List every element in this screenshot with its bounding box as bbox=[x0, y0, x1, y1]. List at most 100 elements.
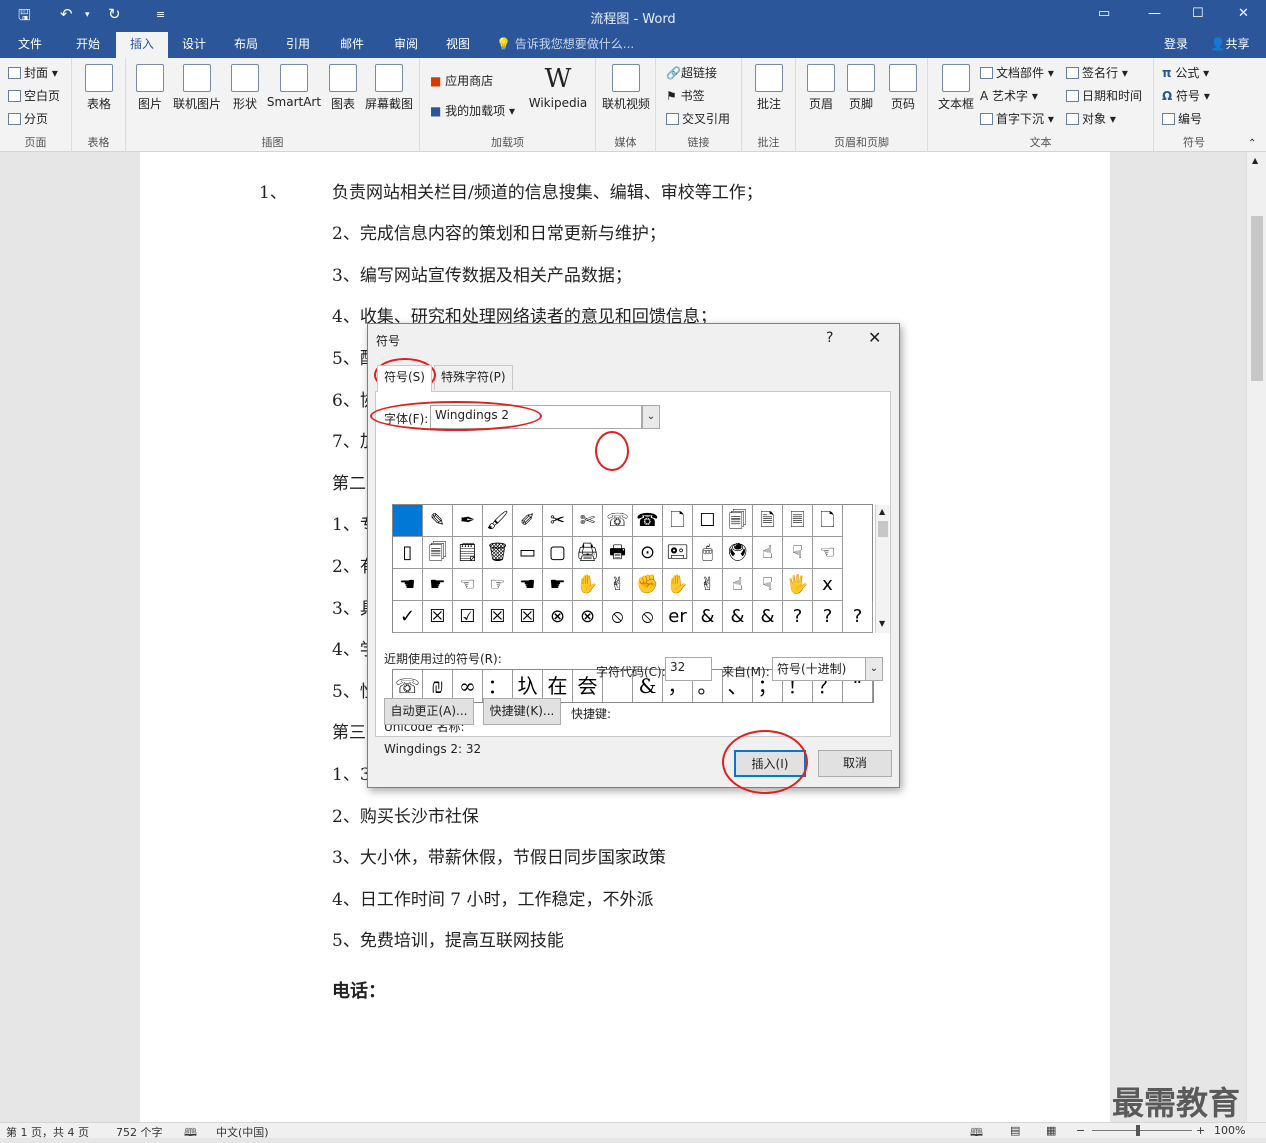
page-number-button[interactable]: 页码 bbox=[884, 64, 922, 112]
cross-reference-button[interactable]: 交叉引用 bbox=[666, 110, 730, 127]
symbol-cell[interactable]: ⦸ bbox=[633, 601, 663, 633]
online-video-button[interactable]: 联机视频 bbox=[600, 64, 652, 112]
symbol-cell[interactable]: ☟ bbox=[783, 537, 813, 569]
chevron-down-icon[interactable]: ⌄ bbox=[642, 405, 660, 429]
symbol-cell[interactable]: ☟ bbox=[753, 569, 783, 601]
minimize-icon[interactable]: — bbox=[1148, 6, 1161, 21]
symbol-cell[interactable]: er bbox=[663, 601, 693, 633]
autocorrect-button[interactable]: 自动更正(A)... bbox=[384, 698, 474, 725]
drop-cap-button[interactable]: 首字下沉 ▾ bbox=[980, 110, 1054, 127]
symbol-cell[interactable]: & bbox=[753, 601, 783, 633]
object-button[interactable]: 对象 ▾ bbox=[1066, 110, 1116, 127]
online-pictures-button[interactable]: 联机图片 bbox=[172, 64, 222, 112]
maximize-icon[interactable]: ☐ bbox=[1192, 6, 1204, 21]
symbol-cell[interactable]: ✐ bbox=[513, 505, 543, 537]
symbol-cell[interactable]: ☒ bbox=[513, 601, 543, 633]
symbol-cell[interactable]: ☏ bbox=[603, 505, 633, 537]
symbol-cell[interactable]: ☐ bbox=[693, 505, 723, 537]
symbol-cell[interactable]: 🗎 bbox=[753, 505, 783, 537]
quick-parts-button[interactable]: 文档部件 ▾ bbox=[980, 64, 1054, 81]
zoom-out-icon[interactable]: − bbox=[1076, 1124, 1085, 1137]
scroll-thumb[interactable] bbox=[878, 521, 888, 537]
screenshot-button[interactable]: 屏幕截图 bbox=[362, 64, 416, 112]
scroll-up-icon[interactable]: ▲ bbox=[879, 507, 885, 516]
scroll-thumb[interactable] bbox=[1251, 216, 1263, 381]
symbol-cell[interactable]: 🗐 bbox=[723, 505, 753, 537]
symbol-cell[interactable]: ⊗ bbox=[573, 601, 603, 633]
symbol-cell[interactable]: 🗋 bbox=[813, 505, 843, 537]
cover-page-button[interactable]: 封面 ▾ bbox=[8, 64, 58, 81]
symbol-cell[interactable]: ☒ bbox=[483, 601, 513, 633]
symbol-cell[interactable]: ▢ bbox=[543, 537, 573, 569]
symbol-cell[interactable]: ☚ bbox=[513, 569, 543, 601]
symbol-cell[interactable]: x bbox=[813, 569, 843, 601]
symbol-grid[interactable]: ▲ ▼ ✎ ✒ 🖌 ✐ ✂ ✄ ☏ ☎ 🗋 ☐ 🗐 🗎 🗏 🗋 ▯ 🗐 🗒 🗑 ▭ ▢ 🖨 🖶 ⊙ 🖭 🖱 🖲 ☝ ☟ ☜ ☚ ☛ ☜ ☞ ☚ ☛ ✋… bbox=[392, 504, 890, 633]
symbol-cell[interactable]: ✄ bbox=[573, 505, 603, 537]
equation-button[interactable]: π 公式 ▾ bbox=[1162, 64, 1209, 81]
comment-button[interactable]: 批注 bbox=[750, 64, 788, 112]
symbol-cell[interactable]: ☞ bbox=[483, 569, 513, 601]
zoom-level[interactable]: 100% bbox=[1214, 1124, 1245, 1137]
scroll-down-icon[interactable]: ▼ bbox=[879, 619, 885, 628]
symbol-cell[interactable]: ✋ bbox=[573, 569, 603, 601]
symbol-cell[interactable]: 🖭 bbox=[663, 537, 693, 569]
symbol-cell[interactable]: ? bbox=[843, 601, 873, 633]
zoom-in-icon[interactable]: + bbox=[1196, 1124, 1205, 1137]
wikipedia-button[interactable]: W Wikipedia bbox=[528, 64, 588, 110]
bookmark-button[interactable]: ⚑ 书签 bbox=[666, 87, 705, 104]
textbox-button[interactable]: 文本框 bbox=[934, 64, 978, 112]
close-icon[interactable]: ✕ bbox=[1238, 6, 1249, 21]
header-button[interactable]: 页眉 bbox=[802, 64, 840, 112]
symbol-cell[interactable]: ? bbox=[813, 601, 843, 633]
blank-page-button[interactable]: 空白页 bbox=[8, 87, 60, 104]
symbol-cell[interactable]: ⊗ bbox=[543, 601, 573, 633]
tab-home[interactable]: 开始 bbox=[62, 32, 114, 58]
symbol-cell[interactable]: 🖲 bbox=[723, 537, 753, 569]
store-button[interactable]: ■ 应用商店 bbox=[430, 72, 493, 89]
symbol-cell[interactable]: 🗏 bbox=[783, 505, 813, 537]
symbol-cell[interactable]: 🖱 bbox=[693, 537, 723, 569]
symbol-cell[interactable]: ☜ bbox=[813, 537, 843, 569]
web-layout-icon[interactable]: ▦ bbox=[1046, 1124, 1056, 1137]
proofing-icon[interactable]: 🕮 bbox=[184, 1124, 197, 1143]
cancel-button[interactable]: 取消 bbox=[818, 750, 892, 777]
symbol-cell[interactable]: ⊙ bbox=[633, 537, 663, 569]
chevron-down-icon[interactable]: ⌄ bbox=[865, 657, 883, 681]
table-button[interactable]: 表格 bbox=[80, 64, 118, 112]
tab-view[interactable]: 视图 bbox=[432, 32, 484, 58]
symbol-cell[interactable]: ? bbox=[783, 601, 813, 633]
symbol-cell[interactable]: 🗒 bbox=[453, 537, 483, 569]
symbol-cell[interactable]: ▯ bbox=[393, 537, 423, 569]
symbol-cell[interactable]: & bbox=[693, 601, 723, 633]
symbol-cell[interactable]: 🗐 bbox=[423, 537, 453, 569]
tab-review[interactable]: 审阅 bbox=[380, 32, 432, 58]
tab-file[interactable]: 文件 bbox=[4, 32, 56, 58]
symbol-cell[interactable]: 🖶 bbox=[603, 537, 633, 569]
symbol-cell[interactable]: ⦸ bbox=[603, 601, 633, 633]
tab-special-characters[interactable]: 特殊字符(P) bbox=[434, 365, 513, 390]
chart-button[interactable]: 图表 bbox=[326, 64, 360, 112]
tab-symbols[interactable]: 符号(S) bbox=[377, 365, 432, 392]
symbol-cell[interactable]: ☛ bbox=[543, 569, 573, 601]
pictures-button[interactable]: 图片 bbox=[130, 64, 170, 112]
symbol-cell[interactable]: 🖨 bbox=[573, 537, 603, 569]
tab-layout[interactable]: 布局 bbox=[220, 32, 272, 58]
share-button[interactable]: 👤共享 bbox=[1200, 32, 1260, 58]
zoom-thumb[interactable] bbox=[1136, 1125, 1140, 1136]
symbol-cell[interactable]: 🗑 bbox=[483, 537, 513, 569]
from-select[interactable]: 符号(十进制) bbox=[772, 657, 866, 681]
tab-design[interactable]: 设计 bbox=[168, 32, 220, 58]
symbol-cell[interactable] bbox=[393, 505, 423, 537]
symbol-cell[interactable]: ✋ bbox=[663, 569, 693, 601]
symbol-cell[interactable]: ✓ bbox=[393, 601, 423, 633]
tell-me-box[interactable]: 💡 告诉我您想要做什么... bbox=[496, 32, 646, 58]
symbol-cell[interactable]: ☒ bbox=[423, 601, 453, 633]
print-layout-icon[interactable]: ▤ bbox=[1010, 1124, 1020, 1137]
symbol-cell[interactable]: ☝ bbox=[753, 537, 783, 569]
shapes-button[interactable]: 形状 bbox=[226, 64, 264, 112]
ribbon-display-icon[interactable]: ▭ bbox=[1098, 6, 1110, 21]
wordart-button[interactable]: A 艺术字 ▾ bbox=[980, 87, 1038, 104]
tab-references[interactable]: 引用 bbox=[272, 32, 324, 58]
vertical-scrollbar[interactable]: ▲ bbox=[1246, 152, 1266, 1122]
tab-mailings[interactable]: 邮件 bbox=[326, 32, 378, 58]
